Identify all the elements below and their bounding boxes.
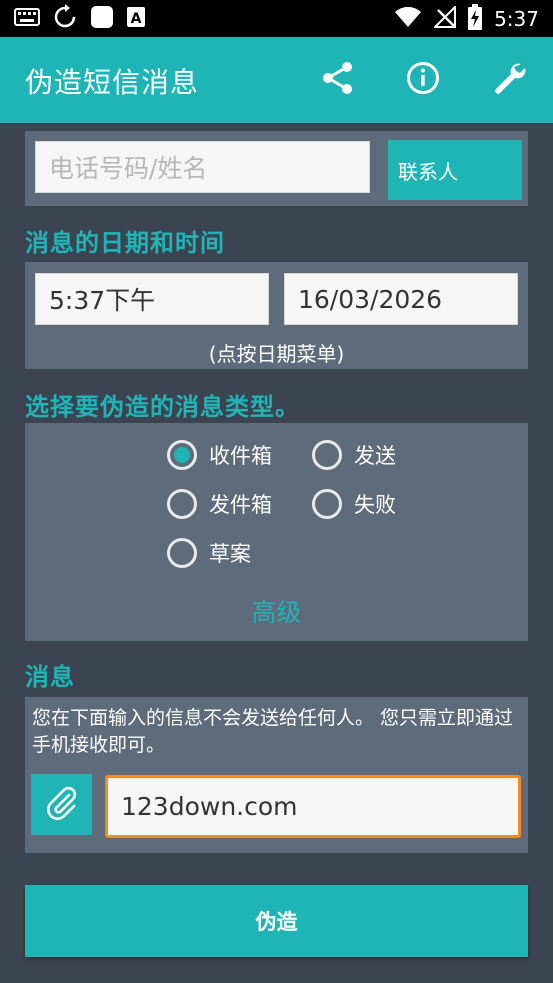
no-signal-icon	[432, 4, 457, 32]
a-notification-icon: A	[126, 6, 146, 32]
info-button[interactable]	[401, 58, 445, 102]
fake-submit-button[interactable]: 伪造	[25, 885, 528, 957]
radio-inbox-label: 收件箱	[209, 444, 272, 468]
message-section-title: 消息	[25, 663, 75, 691]
time-field[interactable]: 5:37下午	[35, 273, 269, 325]
message-notice: 您在下面输入的信息不会发送给任何人。 您只需立即通过手机接收即可。	[32, 707, 514, 756]
recipient-panel: 电话号码/姓名 联系人	[25, 131, 528, 206]
radio-draft[interactable]: 草案	[167, 538, 251, 568]
date-hint: (点按日期菜单)	[208, 342, 345, 366]
contacts-button-label: 联系人	[398, 159, 458, 184]
datetime-panel: 5:37下午 16/03/2026 (点按日期菜单)	[25, 262, 528, 369]
radio-outbox-circle	[167, 489, 197, 519]
message-panel: 您在下面输入的信息不会发送给任何人。 您只需立即通过手机接收即可。 123dow…	[25, 697, 528, 853]
radio-outbox-label: 发件箱	[209, 493, 272, 517]
share-button[interactable]	[316, 58, 360, 102]
svg-text:A: A	[131, 11, 142, 27]
status-time: 5:37	[494, 7, 539, 31]
keyboard-icon	[14, 8, 40, 30]
wifi-icon	[394, 6, 422, 32]
square-app-icon	[90, 5, 114, 33]
message-type-section-title: 选择要伪造的消息类型。	[25, 393, 300, 421]
attach-button[interactable]	[31, 774, 92, 835]
battery-charging-icon	[468, 4, 483, 34]
fake-submit-label: 伪造	[255, 910, 298, 934]
status-bar: A 5:37	[0, 0, 553, 37]
contacts-button[interactable]: 联系人	[388, 140, 522, 200]
app-title: 伪造短信消息	[25, 66, 200, 99]
radio-sent-circle	[312, 440, 342, 470]
info-icon	[406, 61, 440, 99]
date-field[interactable]: 16/03/2026	[284, 273, 518, 325]
radio-inbox[interactable]: 收件箱	[167, 440, 272, 470]
radio-draft-circle	[167, 538, 197, 568]
advanced-button[interactable]: 高级	[25, 593, 528, 629]
radio-sent-label: 发送	[354, 444, 396, 468]
radio-outbox[interactable]: 发件箱	[167, 489, 272, 519]
paperclip-icon	[43, 784, 81, 826]
settings-button[interactable]	[487, 58, 531, 102]
message-input[interactable]: 123down.com	[105, 775, 521, 838]
status-bar-left: A	[14, 4, 146, 34]
sync-icon	[52, 4, 78, 34]
share-icon	[320, 60, 356, 100]
radio-failed[interactable]: 失败	[312, 489, 396, 519]
wrench-icon	[491, 60, 527, 100]
radio-failed-label: 失败	[354, 493, 396, 517]
message-type-panel: 收件箱 发送 发件箱 失败 草案 高级	[25, 423, 528, 641]
radio-sent[interactable]: 发送	[312, 440, 396, 470]
datetime-section-title: 消息的日期和时间	[25, 229, 225, 257]
recipient-input[interactable]: 电话号码/姓名	[35, 141, 370, 193]
radio-draft-label: 草案	[209, 542, 251, 566]
radio-inbox-circle	[167, 440, 197, 470]
app-bar: 伪造短信消息	[0, 37, 553, 123]
radio-failed-circle	[312, 489, 342, 519]
status-bar-right: 5:37	[394, 4, 539, 34]
